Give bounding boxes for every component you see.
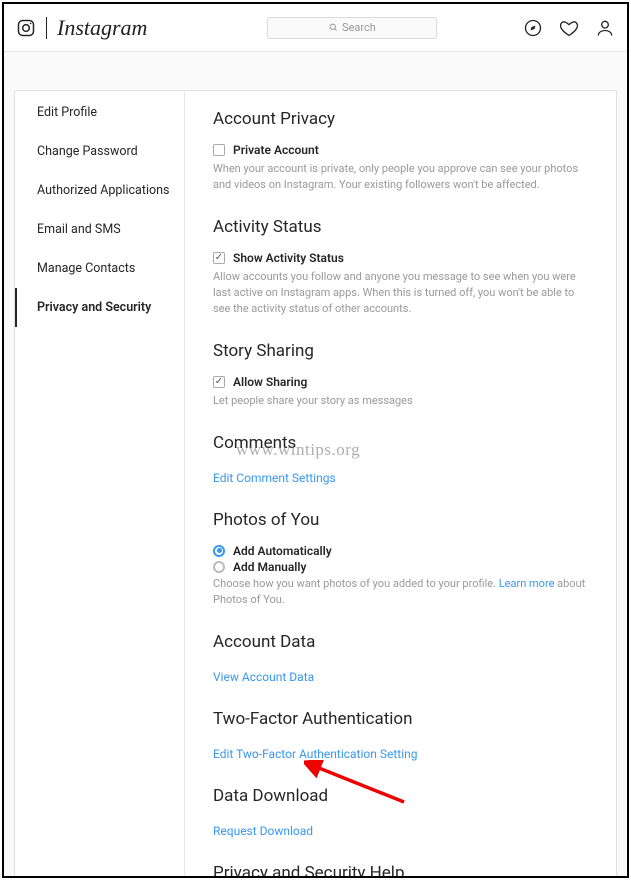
search-input[interactable]: Search — [267, 17, 437, 39]
section-activity-status: Activity Status Show Activity Status All… — [213, 217, 594, 317]
add-automatically-radio[interactable] — [213, 545, 225, 557]
sidebar-item-label: Email and SMS — [37, 222, 121, 237]
search-icon — [329, 23, 338, 32]
section-title: Story Sharing — [213, 341, 594, 361]
section-title: Privacy and Security Help — [213, 863, 594, 877]
section-title: Data Download — [213, 786, 594, 806]
section-photos-of-you: Photos of You Add Automatically Add Manu… — [213, 510, 594, 608]
checkbox-label: Private Account — [233, 143, 319, 157]
sidebar-item-privacy-security[interactable]: Privacy and Security — [15, 288, 184, 327]
section-account-data: Account Data View Account Data — [213, 632, 594, 685]
section-description: Let people share your story as messages — [213, 393, 594, 409]
section-description: When your account is private, only peopl… — [213, 161, 594, 193]
section-privacy-help: Privacy and Security Help Support — [213, 863, 594, 877]
sidebar-item-label: Manage Contacts — [37, 261, 135, 276]
search-placeholder: Search — [342, 21, 376, 34]
edit-comment-settings-link[interactable]: Edit Comment Settings — [213, 471, 336, 485]
settings-card: Edit Profile Change Password Authorized … — [14, 90, 617, 876]
allow-sharing-checkbox[interactable] — [213, 376, 225, 388]
section-two-factor: Two-Factor Authentication Edit Two-Facto… — [213, 709, 594, 762]
sidebar-item-change-password[interactable]: Change Password — [15, 132, 184, 171]
instagram-camera-icon[interactable] — [16, 18, 36, 38]
sidebar-item-label: Privacy and Security — [37, 300, 151, 315]
section-description: Choose how you want photos of you added … — [213, 576, 594, 608]
sidebar-item-email-sms[interactable]: Email and SMS — [15, 210, 184, 249]
section-title: Activity Status — [213, 217, 594, 237]
section-title: Two-Factor Authentication — [213, 709, 594, 729]
settings-sidebar: Edit Profile Change Password Authorized … — [15, 91, 185, 876]
activity-status-checkbox[interactable] — [213, 252, 225, 264]
request-download-link[interactable]: Request Download — [213, 824, 313, 838]
sidebar-item-label: Edit Profile — [37, 105, 97, 120]
sidebar-item-manage-contacts[interactable]: Manage Contacts — [15, 249, 184, 288]
section-account-privacy: Account Privacy Private Account When you… — [213, 109, 594, 193]
section-title: Photos of You — [213, 510, 594, 530]
activity-heart-icon[interactable] — [559, 18, 579, 38]
logo-divider — [46, 17, 47, 39]
radio-label: Add Automatically — [233, 544, 332, 558]
radio-label: Add Manually — [233, 560, 307, 574]
learn-more-link[interactable]: Learn more — [499, 577, 555, 590]
section-data-download: Data Download Request Download — [213, 786, 594, 839]
profile-icon[interactable] — [595, 18, 615, 38]
add-manually-radio[interactable] — [213, 561, 225, 573]
edit-two-factor-link[interactable]: Edit Two-Factor Authentication Setting — [213, 747, 417, 761]
checkbox-label: Allow Sharing — [233, 375, 307, 389]
section-comments: Comments Edit Comment Settings — [213, 433, 594, 486]
sidebar-item-authorized-apps[interactable]: Authorized Applications — [15, 171, 184, 210]
sidebar-item-label: Authorized Applications — [37, 183, 169, 198]
private-account-checkbox[interactable] — [213, 144, 225, 156]
section-description: Allow accounts you follow and anyone you… — [213, 269, 594, 317]
settings-main: Account Privacy Private Account When you… — [185, 91, 616, 876]
section-title: Account Privacy — [213, 109, 594, 129]
section-story-sharing: Story Sharing Allow Sharing Let people s… — [213, 341, 594, 409]
sidebar-item-label: Change Password — [37, 144, 138, 159]
brand-wordmark[interactable]: Instagram — [57, 15, 147, 41]
section-title: Comments — [213, 433, 594, 453]
sidebar-item-edit-profile[interactable]: Edit Profile — [15, 93, 184, 132]
checkbox-label: Show Activity Status — [233, 251, 344, 265]
view-account-data-link[interactable]: View Account Data — [213, 670, 314, 684]
section-title: Account Data — [213, 632, 594, 652]
top-nav: Instagram Search — [4, 4, 627, 52]
explore-icon[interactable] — [523, 18, 543, 38]
